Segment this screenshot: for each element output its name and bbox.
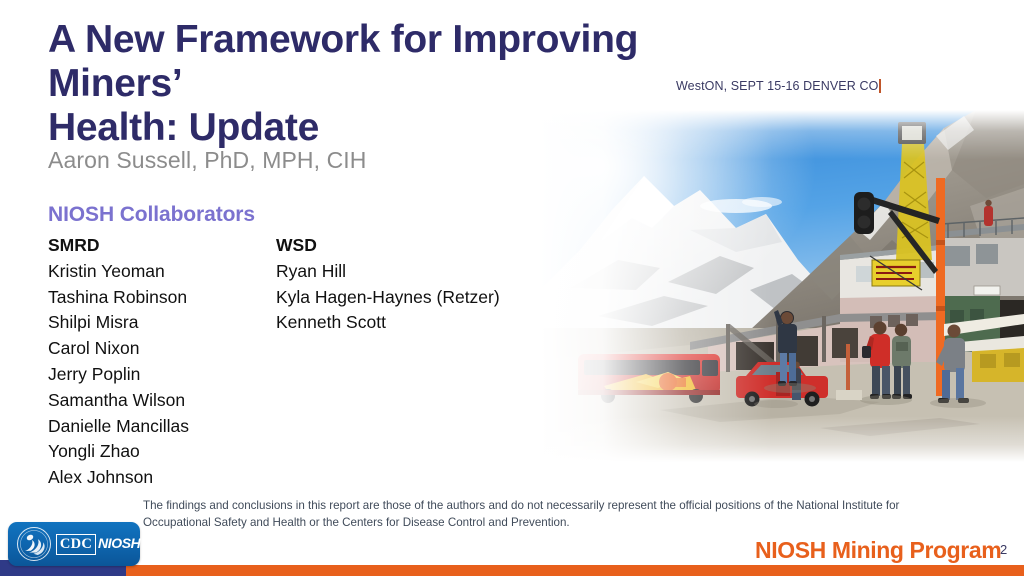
collaborator-name: Carol Nixon (48, 338, 140, 359)
collaborator-name: Kristin Yeoman (48, 260, 165, 281)
collaborator-group-label: WSD (276, 235, 317, 255)
collaborator-name: Kyla Hagen-Haynes (Retzer) (276, 286, 500, 307)
conference-line[interactable]: WestON, SEPT 15-16 DENVER CO (676, 79, 881, 93)
collaborator-name: Jerry Poplin (48, 363, 141, 384)
conference-text: WestON, SEPT 15-16 DENVER CO (676, 79, 879, 93)
collaborator-column-wsd: WSD Ryan Hill Kyla Hagen-Haynes (Retzer)… (276, 233, 500, 336)
collaborator-name: Tashina Robinson (48, 286, 188, 307)
text-cursor-caret (879, 79, 881, 93)
collaborator-name: Ryan Hill (276, 260, 347, 281)
niosh-mining-program-label: NIOSH Mining Program (755, 537, 1002, 563)
collaborator-name: Kenneth Scott (276, 312, 386, 333)
presentation-slide: A New Framework for Improving Miners’ He… (0, 0, 1024, 576)
collaborator-name: Danielle Mancillas (48, 415, 190, 436)
collaborator-group-label: SMRD (48, 235, 100, 255)
collaborator-name: Alex Johnson (48, 467, 154, 488)
cdc-niosh-logo-badge: CDC NIOSH (8, 522, 141, 566)
collaborators-heading: NIOSH Collaborators (48, 203, 255, 226)
slide-page-number: 2 (1000, 542, 1008, 557)
footer-accent-bar-orange (0, 565, 1024, 576)
mine-site-photo (540, 110, 1024, 462)
cdc-logo-text: CDC (56, 534, 96, 555)
hhs-seal-icon (17, 527, 51, 561)
disclaimer-text: The findings and conclusions in this rep… (143, 499, 900, 529)
collaborator-name: Samantha Wilson (48, 389, 186, 410)
collaborator-column-smrd: SMRD Kristin Yeoman Tashina Robinson Shi… (48, 233, 189, 491)
author-name: Aaron Sussell, PhD, MPH, CIH (48, 147, 367, 173)
niosh-logo-text: NIOSH (98, 535, 141, 551)
collaborator-name: Shilpi Misra (48, 312, 139, 333)
collaborator-name: Yongli Zhao (48, 441, 140, 462)
